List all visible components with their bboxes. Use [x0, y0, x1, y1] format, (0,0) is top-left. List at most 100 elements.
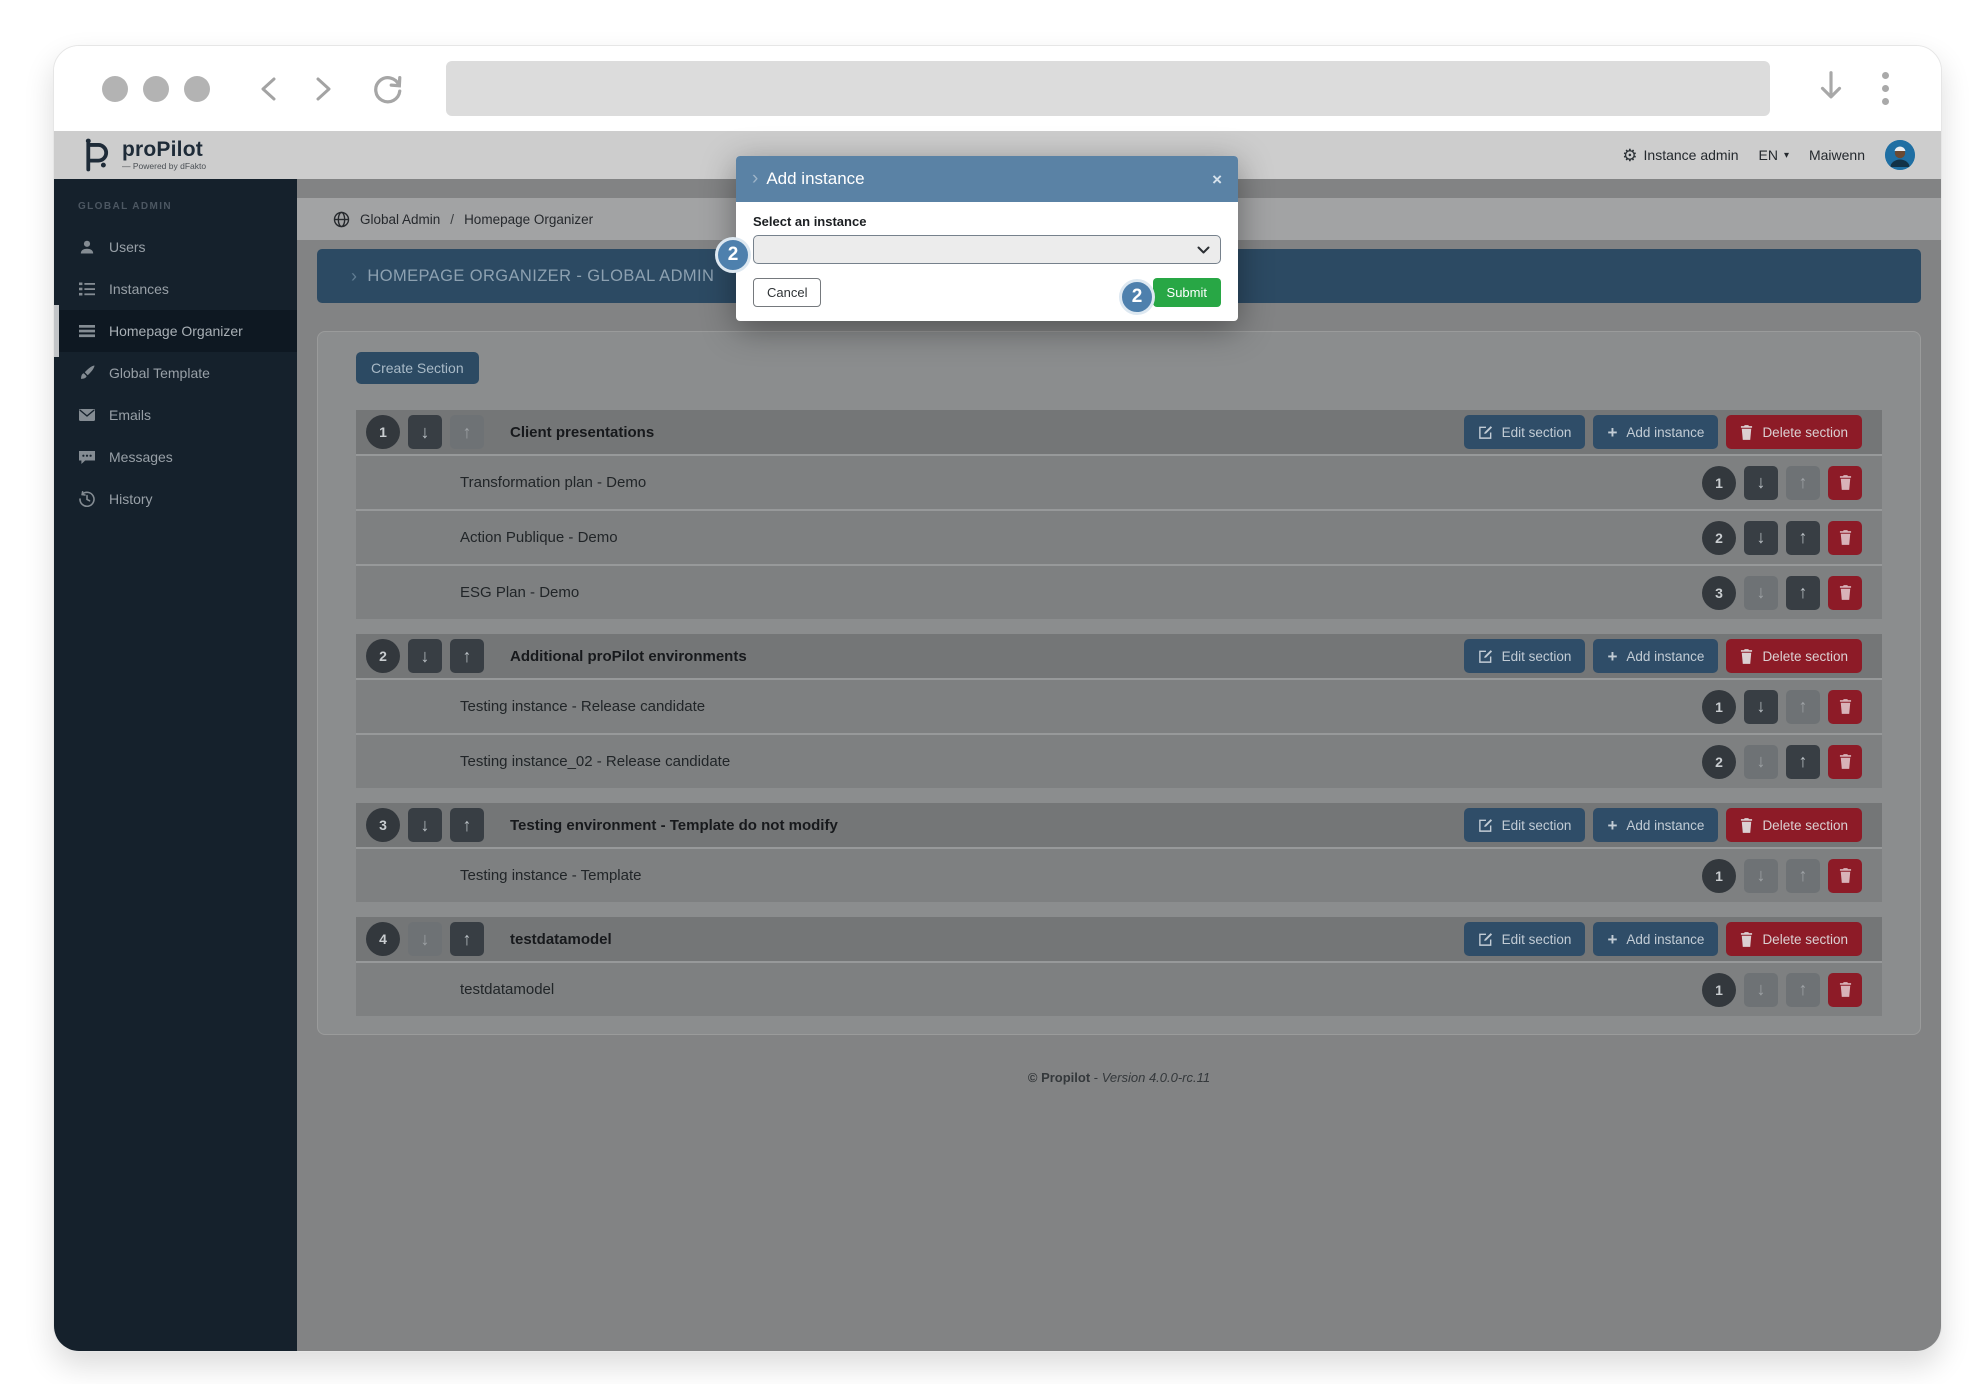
forward-button[interactable] [310, 73, 336, 105]
delete-instance-button[interactable] [1828, 689, 1862, 724]
delete-section-button[interactable]: Delete section [1726, 922, 1862, 956]
sidebar-item-users[interactable]: Users [54, 226, 297, 268]
edit-section-button[interactable]: Edit section [1463, 415, 1586, 449]
section-rows: Testing instance - Template 1 ↓ ↑ [356, 847, 1882, 902]
arrow-up-icon: ↑ [1798, 979, 1808, 999]
avatar[interactable] [1885, 140, 1915, 170]
instance-admin-link[interactable]: ⚙ Instance admin [1622, 147, 1738, 164]
instance-move-up-button[interactable]: ↑ [1786, 972, 1820, 1007]
instance-row: Transformation plan - Demo 1 ↓ ↑ [356, 454, 1882, 509]
section-move-up-button[interactable]: ↑ [450, 415, 484, 449]
instance-move-down-button[interactable]: ↓ [1744, 465, 1778, 500]
trash-icon [1839, 754, 1851, 769]
language-selector[interactable]: EN ▾ [1758, 147, 1788, 163]
add-instance-button[interactable]: + Add instance [1593, 922, 1719, 956]
instance-move-down-button[interactable]: ↓ [1744, 520, 1778, 555]
instance-select[interactable] [753, 235, 1221, 264]
delete-instance-button[interactable] [1828, 465, 1862, 500]
footer-copyright: © Propilot [1027, 1070, 1091, 1085]
gear-icon: ⚙ [1622, 145, 1638, 165]
create-section-button[interactable]: Create Section [356, 352, 479, 384]
url-bar[interactable] [446, 61, 1770, 116]
section-move-down-button[interactable]: ↓ [408, 808, 442, 842]
delete-instance-button[interactable] [1828, 972, 1862, 1007]
download-button[interactable] [1816, 69, 1846, 108]
plus-icon: + [1607, 815, 1618, 835]
breadcrumb-item-homepage-organizer[interactable]: Homepage Organizer [464, 212, 593, 227]
chevron-right-icon: › [752, 168, 759, 189]
delete-instance-button[interactable] [1828, 520, 1862, 555]
instance-row: testdatamodel 1 ↓ ↑ [356, 961, 1882, 1016]
close-icon[interactable]: × [1212, 171, 1222, 188]
section: 4 ↓ ↑ testdatamodel Edit section + Add i… [356, 917, 1882, 1016]
add-instance-button[interactable]: + Add instance [1593, 639, 1719, 673]
cancel-button[interactable]: Cancel [753, 278, 822, 307]
edit-icon [1478, 425, 1492, 439]
sidebar-item-label: Emails [109, 407, 152, 423]
add-instance-button[interactable]: + Add instance [1593, 415, 1719, 449]
instance-move-down-button[interactable]: ↓ [1744, 744, 1778, 779]
edit-icon [1478, 649, 1492, 663]
chevron-right-icon: › [351, 265, 358, 286]
delete-section-button[interactable]: Delete section [1726, 808, 1862, 842]
back-button[interactable] [256, 73, 282, 105]
section-number-badge: 4 [366, 922, 400, 956]
section-move-down-button[interactable]: ↓ [408, 415, 442, 449]
arrow-down-icon: ↓ [1756, 472, 1766, 492]
user-name[interactable]: Maiwenn [1809, 147, 1865, 163]
sidebar-item-history[interactable]: History [54, 478, 297, 520]
sidebar-item-messages[interactable]: Messages [54, 436, 297, 478]
instance-move-down-button[interactable]: ↓ [1744, 858, 1778, 893]
instance-move-up-button[interactable]: ↑ [1786, 465, 1820, 500]
delete-section-button[interactable]: Delete section [1726, 639, 1862, 673]
chat-bubble-icon [78, 450, 96, 465]
instance-move-down-button[interactable]: ↓ [1744, 689, 1778, 724]
delete-section-button[interactable]: Delete section [1726, 415, 1862, 449]
propilot-logo-icon [85, 138, 108, 172]
window-dot-icon[interactable] [102, 75, 128, 102]
section-move-up-button[interactable]: ↑ [450, 922, 484, 956]
sidebar-item-emails[interactable]: Emails [54, 394, 297, 436]
delete-instance-button[interactable] [1828, 858, 1862, 893]
window-dot-icon[interactable] [184, 75, 210, 102]
sidebar-item-global-template[interactable]: Global Template [54, 352, 297, 394]
delete-instance-button[interactable] [1828, 744, 1862, 779]
annotation-label: 2 [727, 244, 739, 265]
section-title: Testing environment - Template do not mo… [510, 816, 838, 834]
section-move-up-button[interactable]: ↑ [450, 639, 484, 673]
edit-section-button[interactable]: Edit section [1463, 639, 1586, 673]
instance-name: Action Publique - Demo [460, 529, 618, 546]
browser-menu-button[interactable] [1882, 72, 1889, 105]
edit-section-button[interactable]: Edit section [1463, 808, 1586, 842]
instance-row: Testing instance - Release candidate 1 ↓… [356, 678, 1882, 733]
refresh-button[interactable] [370, 72, 404, 106]
sidebar-item-homepage-organizer[interactable]: Homepage Organizer [54, 305, 297, 357]
arrow-down-icon: ↓ [420, 421, 430, 442]
instance-number-badge: 1 [1702, 972, 1736, 1007]
section-move-down-button[interactable]: ↓ [408, 639, 442, 673]
window-dot-icon[interactable] [143, 75, 169, 102]
instance-move-up-button[interactable]: ↑ [1786, 858, 1820, 893]
arrow-down-icon: ↓ [420, 928, 430, 949]
edit-section-button[interactable]: Edit section [1463, 922, 1586, 956]
instance-move-up-button[interactable]: ↑ [1786, 689, 1820, 724]
section-move-up-button[interactable]: ↑ [450, 808, 484, 842]
instance-move-up-button[interactable]: ↑ [1786, 575, 1820, 610]
instance-move-up-button[interactable]: ↑ [1786, 744, 1820, 779]
section-number: 2 [379, 648, 387, 664]
sidebar-item-instances[interactable]: Instances [54, 268, 297, 310]
submit-button[interactable]: Submit [1152, 278, 1221, 307]
arrow-up-icon: ↑ [462, 645, 472, 666]
instance-move-down-button[interactable]: ↓ [1744, 575, 1778, 610]
section-move-down-button[interactable]: ↓ [408, 922, 442, 956]
add-instance-button[interactable]: + Add instance [1593, 808, 1719, 842]
section-header: 2 ↓ ↑ Additional proPilot environments E… [356, 634, 1882, 678]
instance-move-up-button[interactable]: ↑ [1786, 520, 1820, 555]
section-header: 3 ↓ ↑ Testing environment - Template do … [356, 803, 1882, 847]
delete-instance-button[interactable] [1828, 575, 1862, 610]
paintbrush-icon [78, 365, 96, 381]
arrow-up-icon: ↑ [1798, 865, 1808, 885]
instance-move-down-button[interactable]: ↓ [1744, 972, 1778, 1007]
breadcrumb-item-global-admin[interactable]: Global Admin [360, 212, 440, 227]
instance-number-badge: 1 [1702, 689, 1736, 724]
